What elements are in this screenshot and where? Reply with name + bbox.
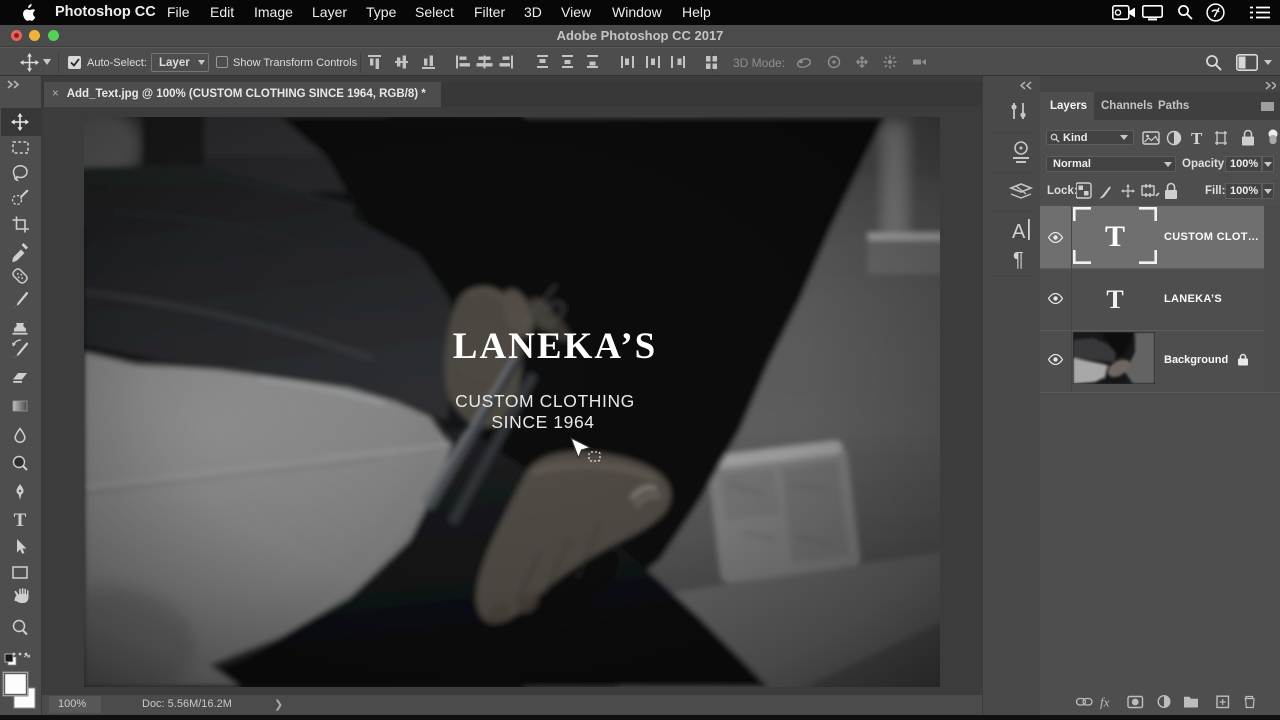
svg-text:T: T xyxy=(14,510,27,531)
svg-text:¶: ¶ xyxy=(1013,249,1024,271)
svg-text:T: T xyxy=(1191,129,1203,147)
svg-text:A: A xyxy=(1012,221,1026,243)
svg-text:fx: fx xyxy=(1100,695,1110,710)
svg-text:T: T xyxy=(1105,220,1125,253)
svg-text:T: T xyxy=(1106,285,1123,314)
